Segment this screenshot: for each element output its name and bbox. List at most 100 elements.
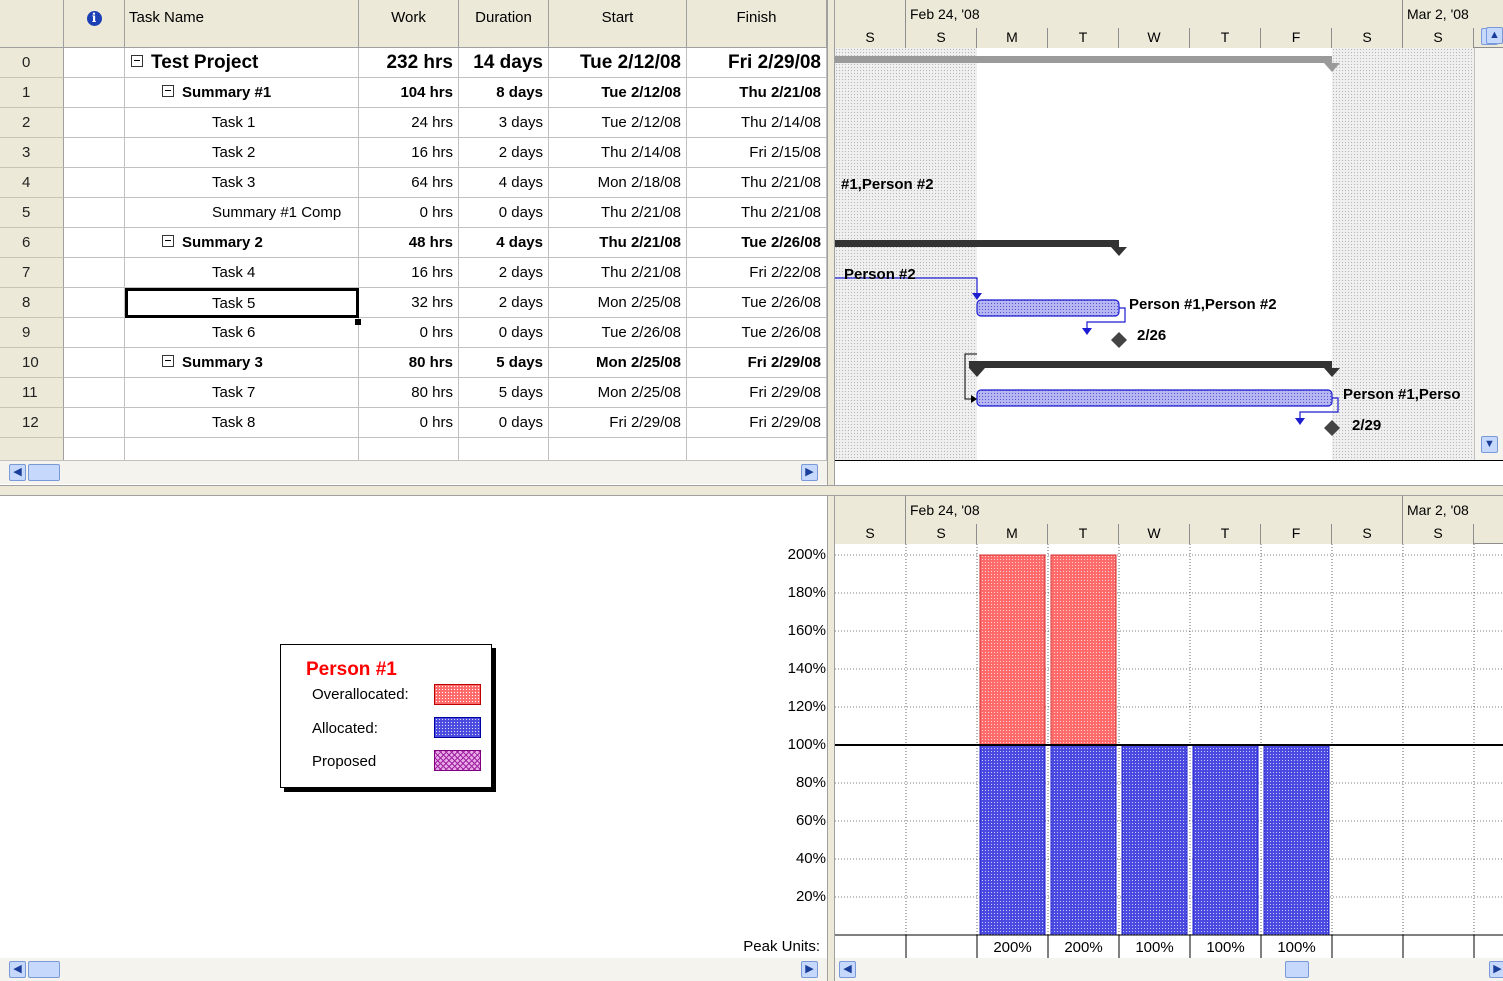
- row-id[interactable]: [0, 438, 64, 460]
- finish-header[interactable]: Finish: [687, 0, 827, 48]
- row-id[interactable]: 11: [0, 378, 64, 408]
- work-cell[interactable]: 24 hrs: [359, 108, 459, 138]
- duration-cell[interactable]: 0 days: [459, 198, 549, 228]
- table-row[interactable]: 9 Task 60 hrs 0 days Tue 2/26/08 Tue 2/26/08: [0, 318, 827, 348]
- table-hscrollbar[interactable]: ◀ ▶: [0, 460, 827, 484]
- collapse-icon[interactable]: [162, 355, 174, 368]
- task-name-cell[interactable]: Task 1: [125, 108, 359, 138]
- duration-header[interactable]: Duration: [459, 0, 549, 48]
- row-id[interactable]: 9: [0, 318, 64, 348]
- scroll-right-icon[interactable]: ▶: [801, 464, 818, 481]
- scroll-thumb[interactable]: [28, 961, 60, 978]
- start-cell[interactable]: Thu 2/21/08: [549, 198, 687, 228]
- indicator-cell[interactable]: [64, 348, 125, 378]
- start-cell[interactable]: Thu 2/21/08: [549, 228, 687, 258]
- table-row[interactable]: 2 Task 1 24 hrs 3 days Tue 2/12/08 Thu 2/14/0…: [0, 108, 827, 138]
- scroll-left-icon[interactable]: ◀: [9, 464, 26, 481]
- task-name-cell[interactable]: Task 8: [125, 408, 359, 438]
- table-row[interactable]: 1 Summary #1 104 hrs 8 days Tue 2/12/08 Thu 2…: [0, 78, 827, 108]
- table-row[interactable]: 10 Summary 3 80 hrs 5 days Mon 2/25/08 Fri 2/…: [0, 348, 827, 378]
- row-id[interactable]: 8: [0, 288, 64, 318]
- duration-cell[interactable]: 2 days: [459, 138, 549, 168]
- indicators-header[interactable]: i: [64, 0, 125, 48]
- start-cell[interactable]: Thu 2/14/08: [549, 138, 687, 168]
- start-cell[interactable]: Tue 2/26/08: [549, 318, 687, 348]
- finish-cell[interactable]: Tue 2/26/08: [687, 318, 827, 348]
- collapse-icon[interactable]: [131, 54, 143, 67]
- start-cell[interactable]: Mon 2/18/08: [549, 168, 687, 198]
- work-header[interactable]: Work: [359, 0, 459, 48]
- finish-cell[interactable]: Fri 2/29/08: [687, 48, 827, 78]
- duration-cell[interactable]: 8 days: [459, 78, 549, 108]
- row-id-header[interactable]: [0, 0, 64, 48]
- task-name-cell[interactable]: Summary #1: [125, 78, 359, 108]
- gantt-vscrollbar[interactable]: ▲ ▼: [1474, 28, 1503, 460]
- vertical-splitter[interactable]: [827, 0, 835, 485]
- milestone-icon[interactable]: [1111, 332, 1127, 348]
- row-id[interactable]: 4: [0, 168, 64, 198]
- finish-cell[interactable]: Fri 2/15/08: [687, 138, 827, 168]
- duration-cell[interactable]: 0 days: [459, 408, 549, 438]
- fill-handle[interactable]: [355, 319, 361, 325]
- indicator-cell[interactable]: [64, 168, 125, 198]
- indicator-cell[interactable]: [64, 258, 125, 288]
- start-cell[interactable]: Tue 2/12/08: [549, 48, 687, 78]
- row-id[interactable]: 12: [0, 408, 64, 438]
- duration-cell[interactable]: 4 days: [459, 168, 549, 198]
- finish-cell[interactable]: Thu 2/21/08: [687, 198, 827, 228]
- work-cell[interactable]: 0 hrs: [359, 198, 459, 228]
- finish-cell[interactable]: Fri 2/22/08: [687, 258, 827, 288]
- row-id[interactable]: 2: [0, 108, 64, 138]
- work-cell[interactable]: 48 hrs: [359, 228, 459, 258]
- table-row[interactable]: 8 Task 5 32 hrs 2 days Mon 2/25/08 Tue 2/26/0…: [0, 288, 827, 318]
- gantt-chart[interactable]: Feb 24, '08 Mar 2, '08 SSMTWTFSS ▲ ▼ ▲: [835, 0, 1503, 460]
- finish-cell[interactable]: Tue 2/26/08: [687, 288, 827, 318]
- work-cell[interactable]: 16 hrs: [359, 258, 459, 288]
- horizontal-splitter[interactable]: [0, 485, 1503, 496]
- indicator-cell[interactable]: [64, 438, 125, 460]
- indicator-cell[interactable]: [64, 138, 125, 168]
- empty-row[interactable]: [0, 438, 827, 460]
- milestone-icon[interactable]: [1324, 420, 1340, 436]
- graph-hscrollbar[interactable]: ◀ ▶: [835, 958, 1503, 981]
- start-cell[interactable]: Mon 2/25/08: [549, 378, 687, 408]
- indicator-cell[interactable]: [64, 48, 125, 78]
- task-name-cell[interactable]: Summary #1 Comp: [125, 198, 359, 228]
- task-name-cell[interactable]: Task 5: [125, 288, 359, 318]
- start-header[interactable]: Start: [549, 0, 687, 48]
- task-name-cell[interactable]: [125, 438, 359, 460]
- legend-hscrollbar[interactable]: ◀ ▶: [0, 958, 827, 981]
- allocated-bar[interactable]: [1050, 744, 1117, 936]
- scroll-left-icon[interactable]: ◀: [839, 961, 856, 978]
- task-name-cell[interactable]: Test Project: [125, 48, 359, 78]
- task-name-cell[interactable]: Summary 3: [125, 348, 359, 378]
- scroll-thumb[interactable]: [1285, 961, 1309, 978]
- summary-bar[interactable]: [969, 361, 1332, 368]
- row-id[interactable]: 1: [0, 78, 64, 108]
- indicator-cell[interactable]: [64, 378, 125, 408]
- start-cell[interactable]: Thu 2/21/08: [549, 258, 687, 288]
- table-row[interactable]: 12 Task 80 hrs 0 days Fri 2/29/08 Fri 2/29/0…: [0, 408, 827, 438]
- finish-cell[interactable]: Thu 2/21/08: [687, 168, 827, 198]
- start-cell[interactable]: Mon 2/25/08: [549, 288, 687, 318]
- finish-cell[interactable]: Fri 2/29/08: [687, 408, 827, 438]
- scroll-up-icon[interactable]: ▲: [1486, 27, 1503, 44]
- indicator-cell[interactable]: [64, 408, 125, 438]
- scroll-thumb[interactable]: [28, 464, 60, 481]
- finish-cell[interactable]: Thu 2/21/08: [687, 78, 827, 108]
- task-name-cell[interactable]: Summary 2: [125, 228, 359, 258]
- table-row[interactable]: 3 Task 2 16 hrs 2 days Thu 2/14/08 Fri 2/15/0…: [0, 138, 827, 168]
- table-row[interactable]: 6 Summary 2 48 hrs 4 days Thu 2/21/08 Tue 2/2…: [0, 228, 827, 258]
- indicator-cell[interactable]: [64, 318, 125, 348]
- start-cell[interactable]: Tue 2/12/08: [549, 78, 687, 108]
- scroll-right-icon[interactable]: ▶: [801, 961, 818, 978]
- finish-cell[interactable]: Thu 2/14/08: [687, 108, 827, 138]
- task-name-cell[interactable]: Task 6: [125, 318, 359, 348]
- work-cell[interactable]: 80 hrs: [359, 348, 459, 378]
- finish-cell[interactable]: [687, 438, 827, 460]
- finish-cell[interactable]: Fri 2/29/08: [687, 378, 827, 408]
- task-name-cell[interactable]: Task 3: [125, 168, 359, 198]
- finish-cell[interactable]: Fri 2/29/08: [687, 348, 827, 378]
- indicator-cell[interactable]: [64, 198, 125, 228]
- work-cell[interactable]: 16 hrs: [359, 138, 459, 168]
